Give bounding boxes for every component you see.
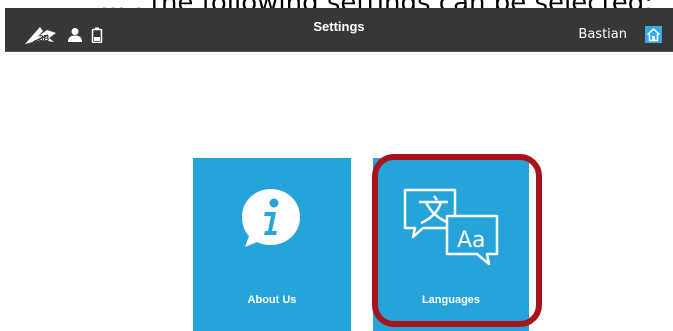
settings-screen: … , the following settings can be select… [0, 0, 673, 331]
svg-text:3B: 3B [39, 34, 49, 43]
user-name[interactable]: Bastian [578, 27, 627, 43]
translate-icon: Aa [403, 188, 499, 266]
languages-tile[interactable]: Aa Languages [373, 158, 529, 331]
header-bar: 3B Settings Bastian [5, 8, 673, 52]
about-us-tile[interactable]: About Us [193, 158, 351, 331]
home-icon[interactable] [645, 26, 662, 43]
svg-text:Aa: Aa [457, 228, 486, 253]
languages-label: Languages [421, 294, 481, 306]
page-title: Settings [313, 19, 365, 34]
about-us-label: About Us [247, 294, 297, 306]
info-icon [242, 189, 300, 247]
